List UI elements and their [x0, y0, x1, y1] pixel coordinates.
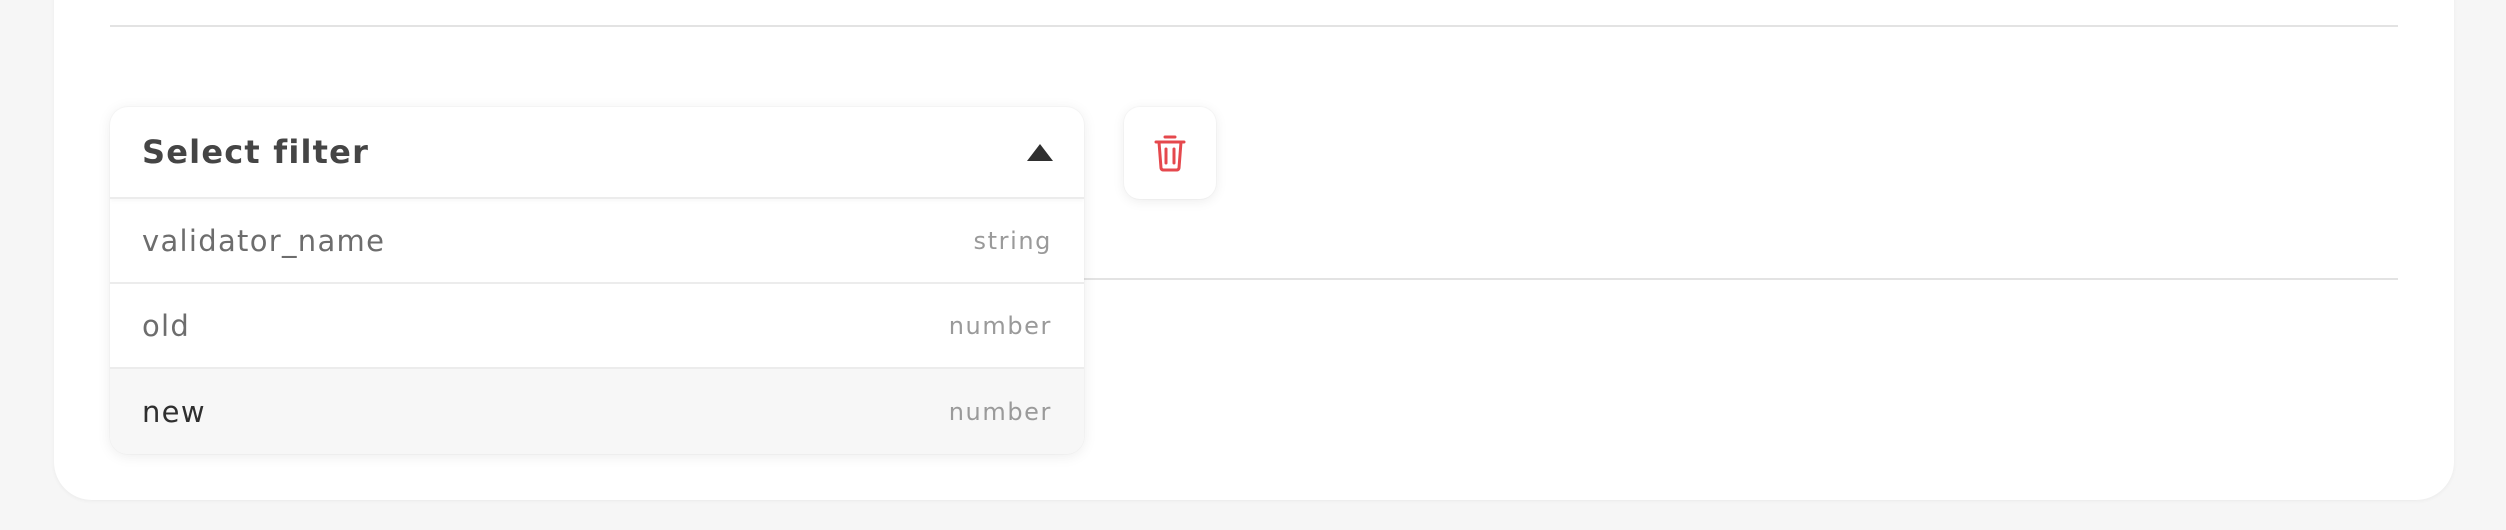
filter-dropdown: Select filter validator_name string old …: [110, 107, 1084, 454]
delete-filter-button[interactable]: [1124, 107, 1216, 199]
filter-select-label: Select filter: [142, 133, 370, 171]
option-name: validator_name: [142, 223, 386, 258]
caret-up-icon[interactable]: [1027, 143, 1053, 161]
divider: [110, 25, 2398, 27]
option-type: number: [948, 311, 1052, 340]
filter-option-new[interactable]: new number: [110, 369, 1084, 454]
trash-icon: [1154, 135, 1186, 172]
filter-select[interactable]: Select filter: [110, 107, 1084, 199]
option-type: string: [973, 226, 1052, 255]
divider: [1080, 278, 2398, 280]
option-name: old: [142, 308, 191, 343]
option-type: number: [948, 397, 1052, 426]
filter-option-validator-name[interactable]: validator_name string: [110, 199, 1084, 284]
option-name: new: [142, 394, 206, 429]
filter-option-old[interactable]: old number: [110, 284, 1084, 369]
